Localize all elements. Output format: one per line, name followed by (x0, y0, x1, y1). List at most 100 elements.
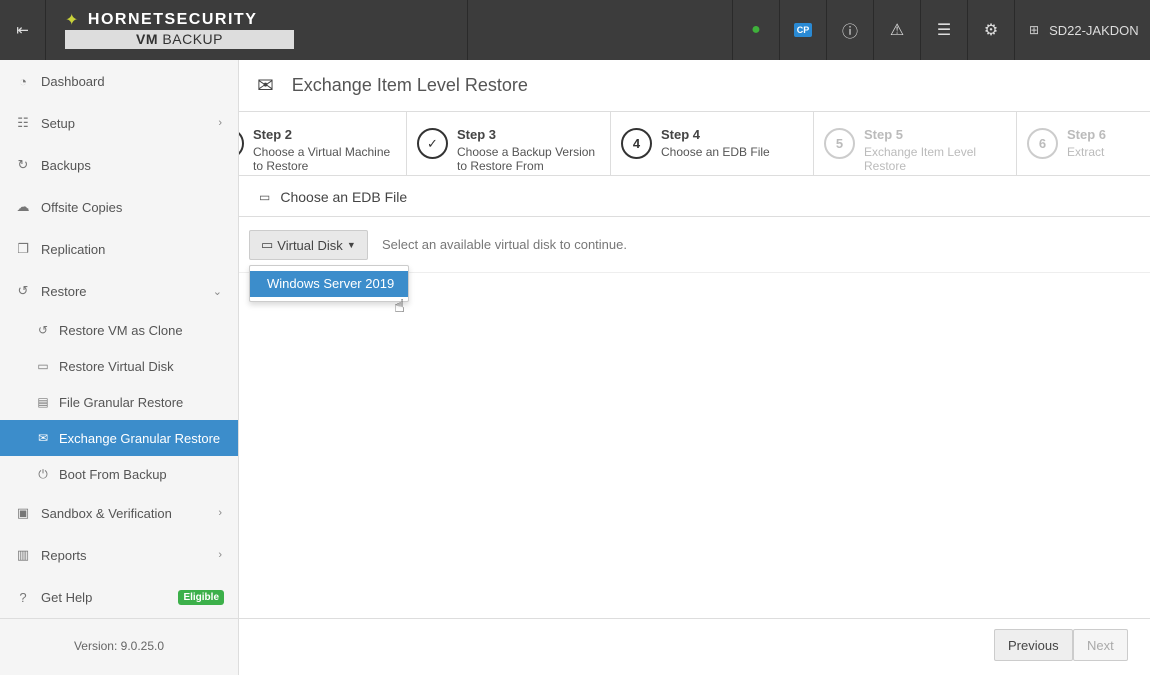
chevron-right-icon: › (218, 507, 222, 519)
sidebar-item-label: Replication (41, 241, 106, 257)
sidebar-subitem-restore-virtual-disk[interactable]: ▭ Restore Virtual Disk (0, 348, 238, 384)
windows-icon: ⊞ (1029, 23, 1040, 37)
sidebar: ◔ Dashboard ☷ Setup › ↻ Backups ☁ Offsite Cop… (0, 60, 239, 675)
caret-down-icon: ▼ (346, 240, 356, 250)
sidebar-item-label: Backups (41, 157, 91, 173)
alerts-button[interactable]: ⚠ (873, 0, 920, 60)
info-button[interactable]: ⓘ (826, 0, 873, 60)
sidebar-item-label: Sandbox & Verification (41, 505, 172, 521)
step-done-icon: ✓ (239, 128, 244, 159)
gears-icon: ⚙ (983, 22, 999, 39)
step-number: 5 (824, 128, 855, 159)
sidebar-item-dashboard[interactable]: ◔ Dashboard (0, 60, 238, 102)
wizard-step-5: 5 Step 5 Exchange Item Level Restore (814, 112, 1017, 175)
undo-icon: ↺ (17, 283, 29, 298)
page-header: ✉ Exchange Item Level Restore (239, 60, 1150, 112)
hint-text: Select an available virtual disk to cont… (382, 237, 627, 252)
page-title: Exchange Item Level Restore (291, 75, 528, 95)
brand-product-vm: VM (136, 31, 159, 47)
chat-button[interactable]: ● (732, 0, 779, 60)
sidebar-subitem-label: Exchange Granular Restore (59, 430, 221, 446)
step-number: 4 (621, 128, 652, 159)
sidebar-item-replication[interactable]: ❐ Replication (0, 228, 238, 270)
power-icon: ⏻ (38, 466, 48, 481)
chat-icon: ● (751, 21, 761, 38)
eligible-badge: Eligible (178, 589, 224, 605)
sidebar-item-backups[interactable]: ↻ Backups (0, 144, 238, 186)
sidebar-subitem-restore-vm-clone[interactable]: ↺ Restore VM as Clone (0, 312, 238, 348)
main-content: ✉ Exchange Item Level Restore ✓ Step 2 C… (239, 60, 1150, 675)
sidebar-item-get-help[interactable]: ? Get Help Eligible (0, 576, 238, 618)
step-desc: Extract (1067, 145, 1105, 159)
undo-icon: ↺ (37, 323, 49, 337)
chevron-right-icon: › (218, 117, 222, 129)
brand-logo: ✦ HORNETSECURITY VM BACKUP (65, 10, 294, 49)
settings-button[interactable]: ⚙ (967, 0, 1014, 60)
archive-icon: ▣ (16, 505, 30, 520)
topbar-divider (467, 0, 468, 60)
bar-chart-icon: ▥ (16, 547, 30, 562)
sidebar-subitem-boot-from-backup[interactable]: ⏻ Boot From Backup (0, 456, 238, 492)
chevron-right-icon: › (218, 549, 222, 561)
sidebar-item-label: Reports (41, 547, 87, 563)
refresh-icon: ↻ (17, 157, 29, 172)
sidebar-item-restore[interactable]: ↺ Restore ⌄ (0, 270, 238, 312)
step-desc: Choose a Backup Version to Restore From (457, 145, 596, 173)
step-title: Step 6 (1067, 127, 1107, 142)
sidebar-item-label: Restore (41, 283, 87, 299)
envelope-icon: ✉ (257, 75, 274, 97)
wizard-step-2[interactable]: ✓ Step 2 Choose a Virtual Machine to Res… (239, 112, 407, 175)
section-header: ▭ Choose an EDB File (239, 177, 1150, 217)
step-title: Step 3 (457, 127, 497, 142)
cp-icon: CP (793, 23, 813, 37)
step-title: Step 5 (864, 127, 904, 142)
sidebar-subitem-label: Restore VM as Clone (59, 322, 183, 338)
sidebar-item-label: Offsite Copies (41, 199, 123, 215)
wizard-step-4[interactable]: 4 Step 4 Choose an EDB File (611, 112, 814, 175)
sidebar-item-label: Dashboard (41, 73, 105, 89)
hand-cursor-icon: ☝ (394, 296, 405, 316)
storage-button[interactable]: ☰ (920, 0, 967, 60)
cloud-upload-icon: ☁ (16, 199, 30, 214)
sidebar-item-label: Get Help (41, 589, 93, 605)
sidebar-subitem-label: File Granular Restore (59, 394, 184, 410)
step-title: Step 2 (253, 127, 293, 142)
previous-button[interactable]: Previous (994, 629, 1073, 661)
topbar-icons: ● CP ⓘ ⚠ ☰ ⚙ ⊞ SD22-JAKDON (732, 0, 1150, 60)
step-desc: Choose a Virtual Machine to Restore (253, 145, 391, 173)
cp-button[interactable]: CP (779, 0, 826, 60)
sidebar-subitem-label: Restore Virtual Disk (59, 358, 174, 374)
dashboard-icon: ◔ (19, 73, 27, 89)
hornet-icon: ✦ (65, 12, 80, 29)
user-menu[interactable]: ⊞ SD22-JAKDON (1014, 0, 1150, 60)
virtual-disk-dropdown-menu: Windows Server 2019 (249, 265, 409, 302)
step-title: Step 4 (661, 127, 701, 142)
wizard-step-3[interactable]: ✓ Step 3 Choose a Backup Version to Rest… (407, 112, 611, 175)
sidebar-subitem-label: Boot From Backup (59, 466, 167, 482)
brand-product-backup: BACKUP (162, 31, 223, 47)
sidebar-subitem-file-granular-restore[interactable]: ▤ File Granular Restore (0, 384, 238, 420)
hdd-icon: ▭ (259, 189, 271, 204)
wizard-footer: Previous Next (239, 618, 1150, 675)
sidebar-subitem-exchange-granular-restore[interactable]: ✉ Exchange Granular Restore (0, 420, 238, 456)
version-label: Version: 9.0.25.0 (0, 618, 238, 675)
sidebar-item-offsite-copies[interactable]: ☁ Offsite Copies (0, 186, 238, 228)
top-bar: ⇤ ✦ HORNETSECURITY VM BACKUP ● CP ⓘ ⚠ ☰ ⚙… (0, 0, 1150, 60)
sidebar-item-sandbox-verification[interactable]: ▣ Sandbox & Verification › (0, 492, 238, 534)
sidebar-toggle-icon[interactable]: ⇤ (0, 0, 46, 60)
step-number: 6 (1027, 128, 1058, 159)
dropdown-option[interactable]: Windows Server 2019 (250, 271, 408, 297)
server-icon: ☰ (936, 22, 952, 39)
step-done-icon: ✓ (417, 128, 448, 159)
sidebar-item-setup[interactable]: ☷ Setup › (0, 102, 238, 144)
file-icon: ▤ (37, 395, 49, 409)
question-icon: ? (19, 589, 27, 605)
step-desc: Exchange Item Level Restore (864, 145, 977, 173)
step-desc: Choose an EDB File (661, 145, 770, 159)
virtual-disk-dropdown-button[interactable]: ▭ Virtual Disk ▼ (249, 230, 368, 260)
virtual-disk-label: Virtual Disk (277, 237, 343, 253)
sidebar-item-reports[interactable]: ▥ Reports › (0, 534, 238, 576)
next-button[interactable]: Next (1073, 629, 1128, 661)
info-icon: ⓘ (841, 24, 858, 41)
hdd-icon: ▭ (37, 359, 49, 373)
